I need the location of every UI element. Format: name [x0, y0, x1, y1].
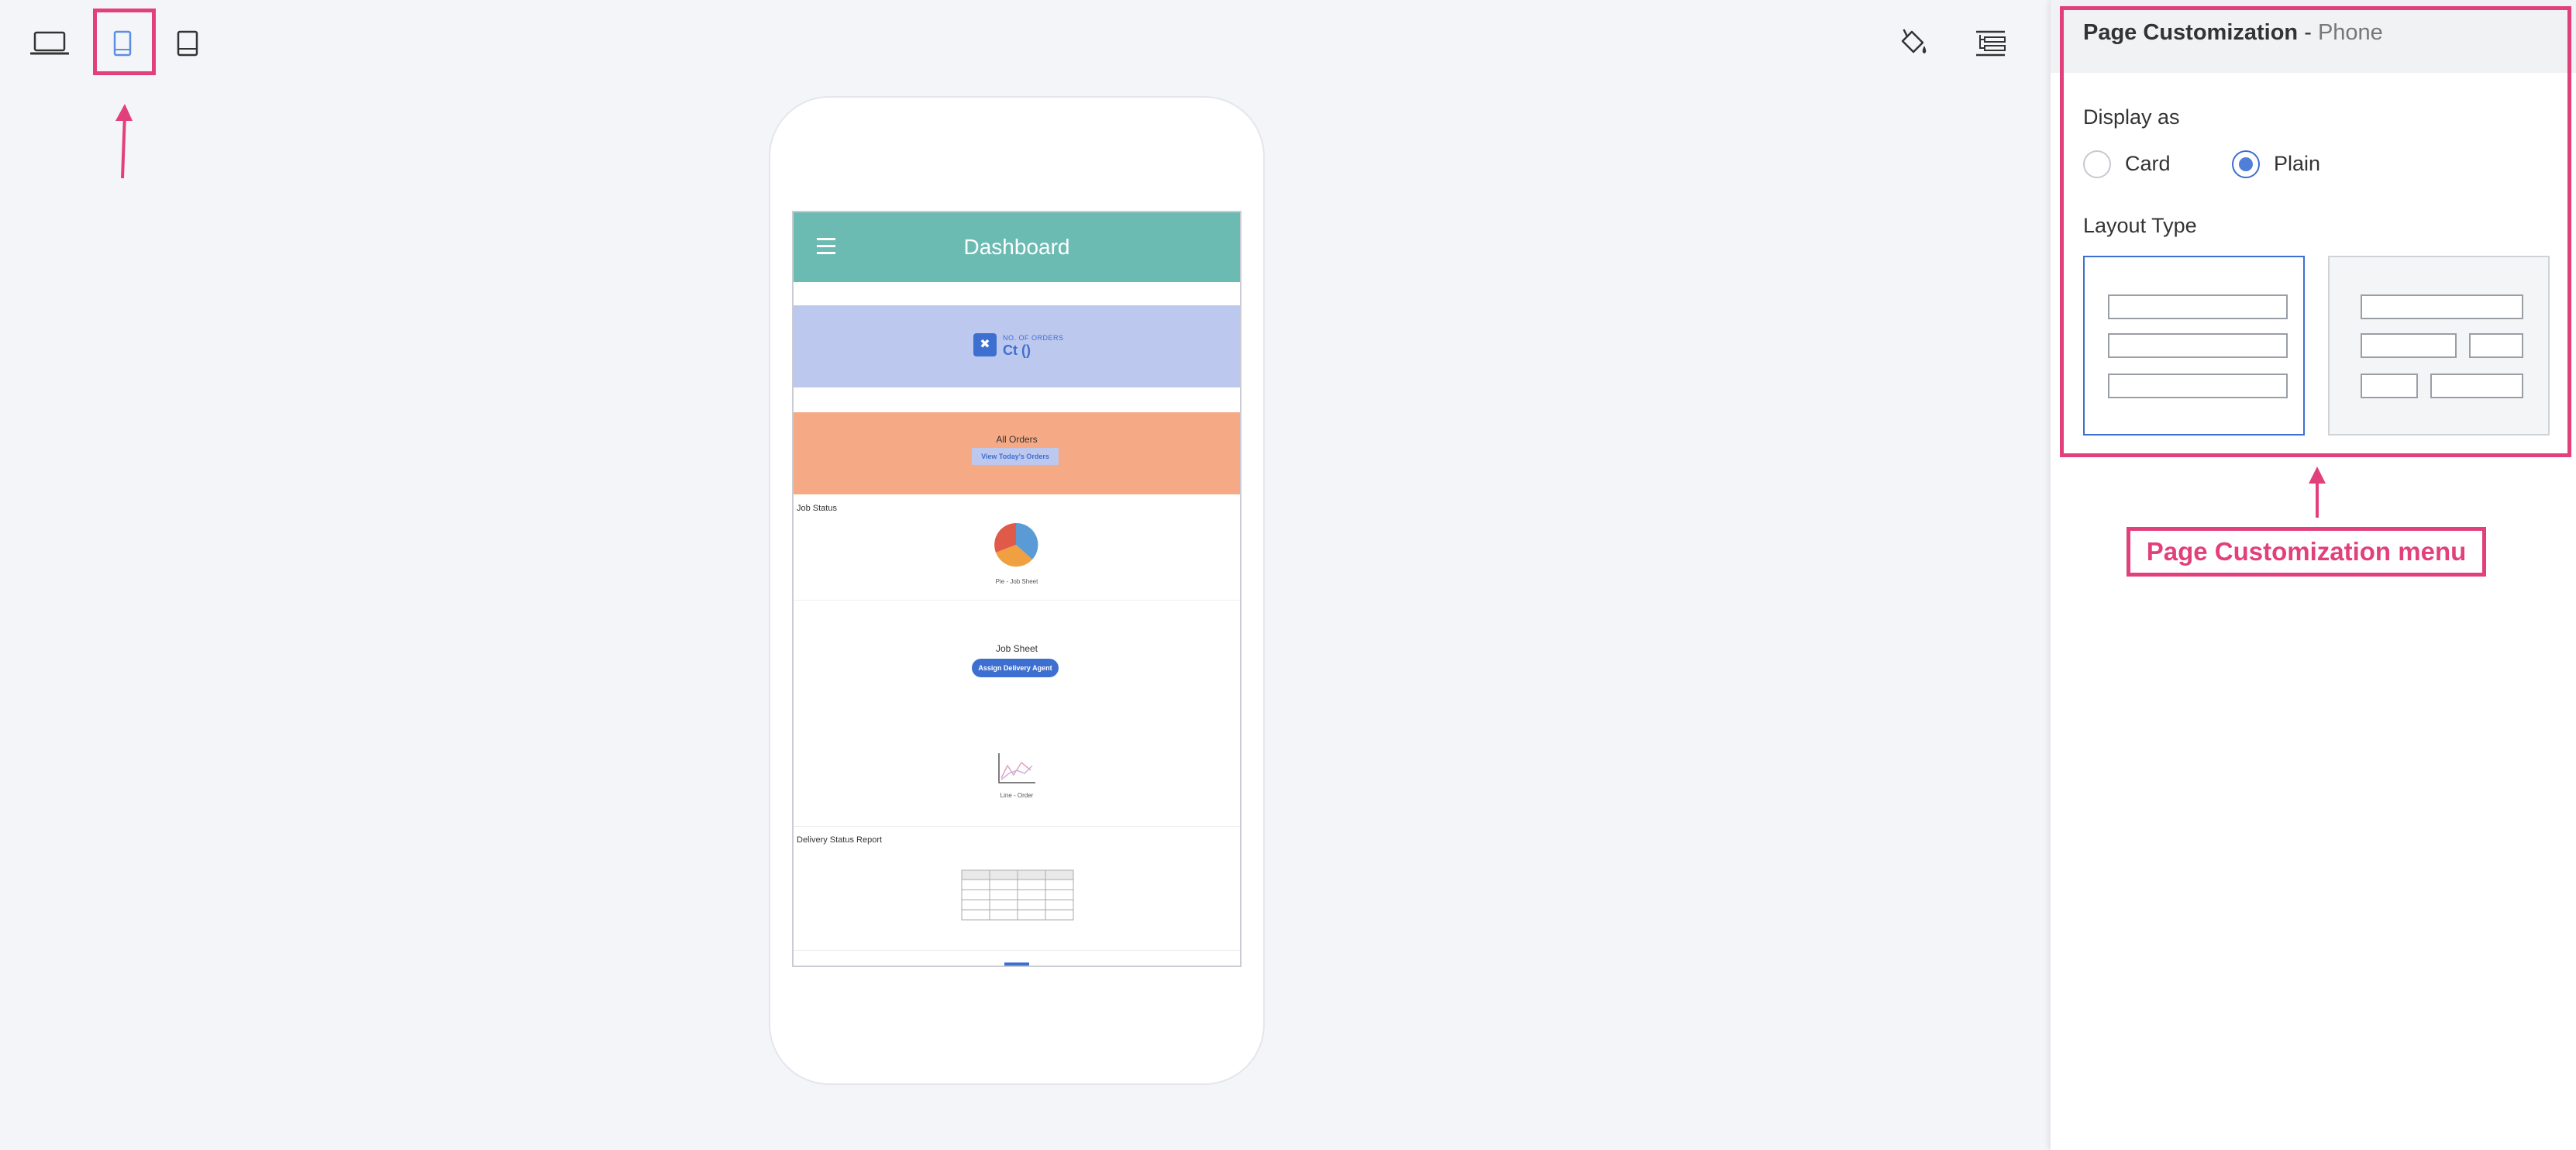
job-status-title: Job Status [797, 504, 837, 513]
annotation-arrow-up-icon [115, 104, 133, 179]
phone-screen: Dashboard ✖ NO. OF ORDERS Ct () All Orde… [792, 211, 1242, 967]
all-orders-section: All Orders View Today's Orders [794, 412, 1240, 494]
delivery-status-title: Delivery Status Report [797, 835, 883, 845]
scroll-indicator [1004, 962, 1029, 966]
section-divider [794, 826, 1240, 827]
page-customization-highlight [2060, 6, 2571, 457]
view-todays-orders-button[interactable]: View Today's Orders [972, 448, 1059, 465]
kpi-card-orders[interactable]: ✖ NO. OF ORDERS Ct () [794, 305, 1240, 387]
section-divider [794, 600, 1240, 601]
laptop-icon [30, 31, 69, 55]
pie-chart-icon [994, 522, 1038, 567]
paint-bucket-icon [1901, 29, 1927, 53]
layout-tree-icon [1976, 30, 2006, 57]
kpi-value: Ct () [1003, 343, 1031, 358]
job-sheet-title: Job Sheet [995, 643, 1038, 654]
line-chart-icon [998, 753, 1035, 783]
layout-settings-button[interactable] [1968, 23, 2012, 64]
line-chart-caption: Line - Order [1000, 792, 1034, 799]
pie-chart-caption: Pie - Job Sheet [995, 578, 1038, 585]
tablet-icon [177, 30, 198, 57]
section-divider [794, 950, 1240, 951]
tablet-view-button[interactable] [166, 25, 209, 62]
desktop-view-button[interactable] [28, 26, 71, 60]
orders-kpi-icon: ✖ [973, 333, 997, 356]
app-bar: Dashboard [794, 212, 1240, 282]
page-customization-annotation: Page Customization menu [2127, 527, 2486, 577]
table-report-icon [961, 869, 1074, 921]
annotation-arrow-up-icon [2309, 467, 2326, 518]
all-orders-title: All Orders [996, 434, 1038, 445]
app-title: Dashboard [963, 235, 1070, 259]
assign-delivery-agent-button[interactable]: Assign Delivery Agent [972, 659, 1059, 677]
phone-view-highlight [93, 9, 156, 75]
theme-button[interactable] [1891, 23, 1934, 64]
kpi-label: NO. OF ORDERS [1003, 334, 1064, 342]
